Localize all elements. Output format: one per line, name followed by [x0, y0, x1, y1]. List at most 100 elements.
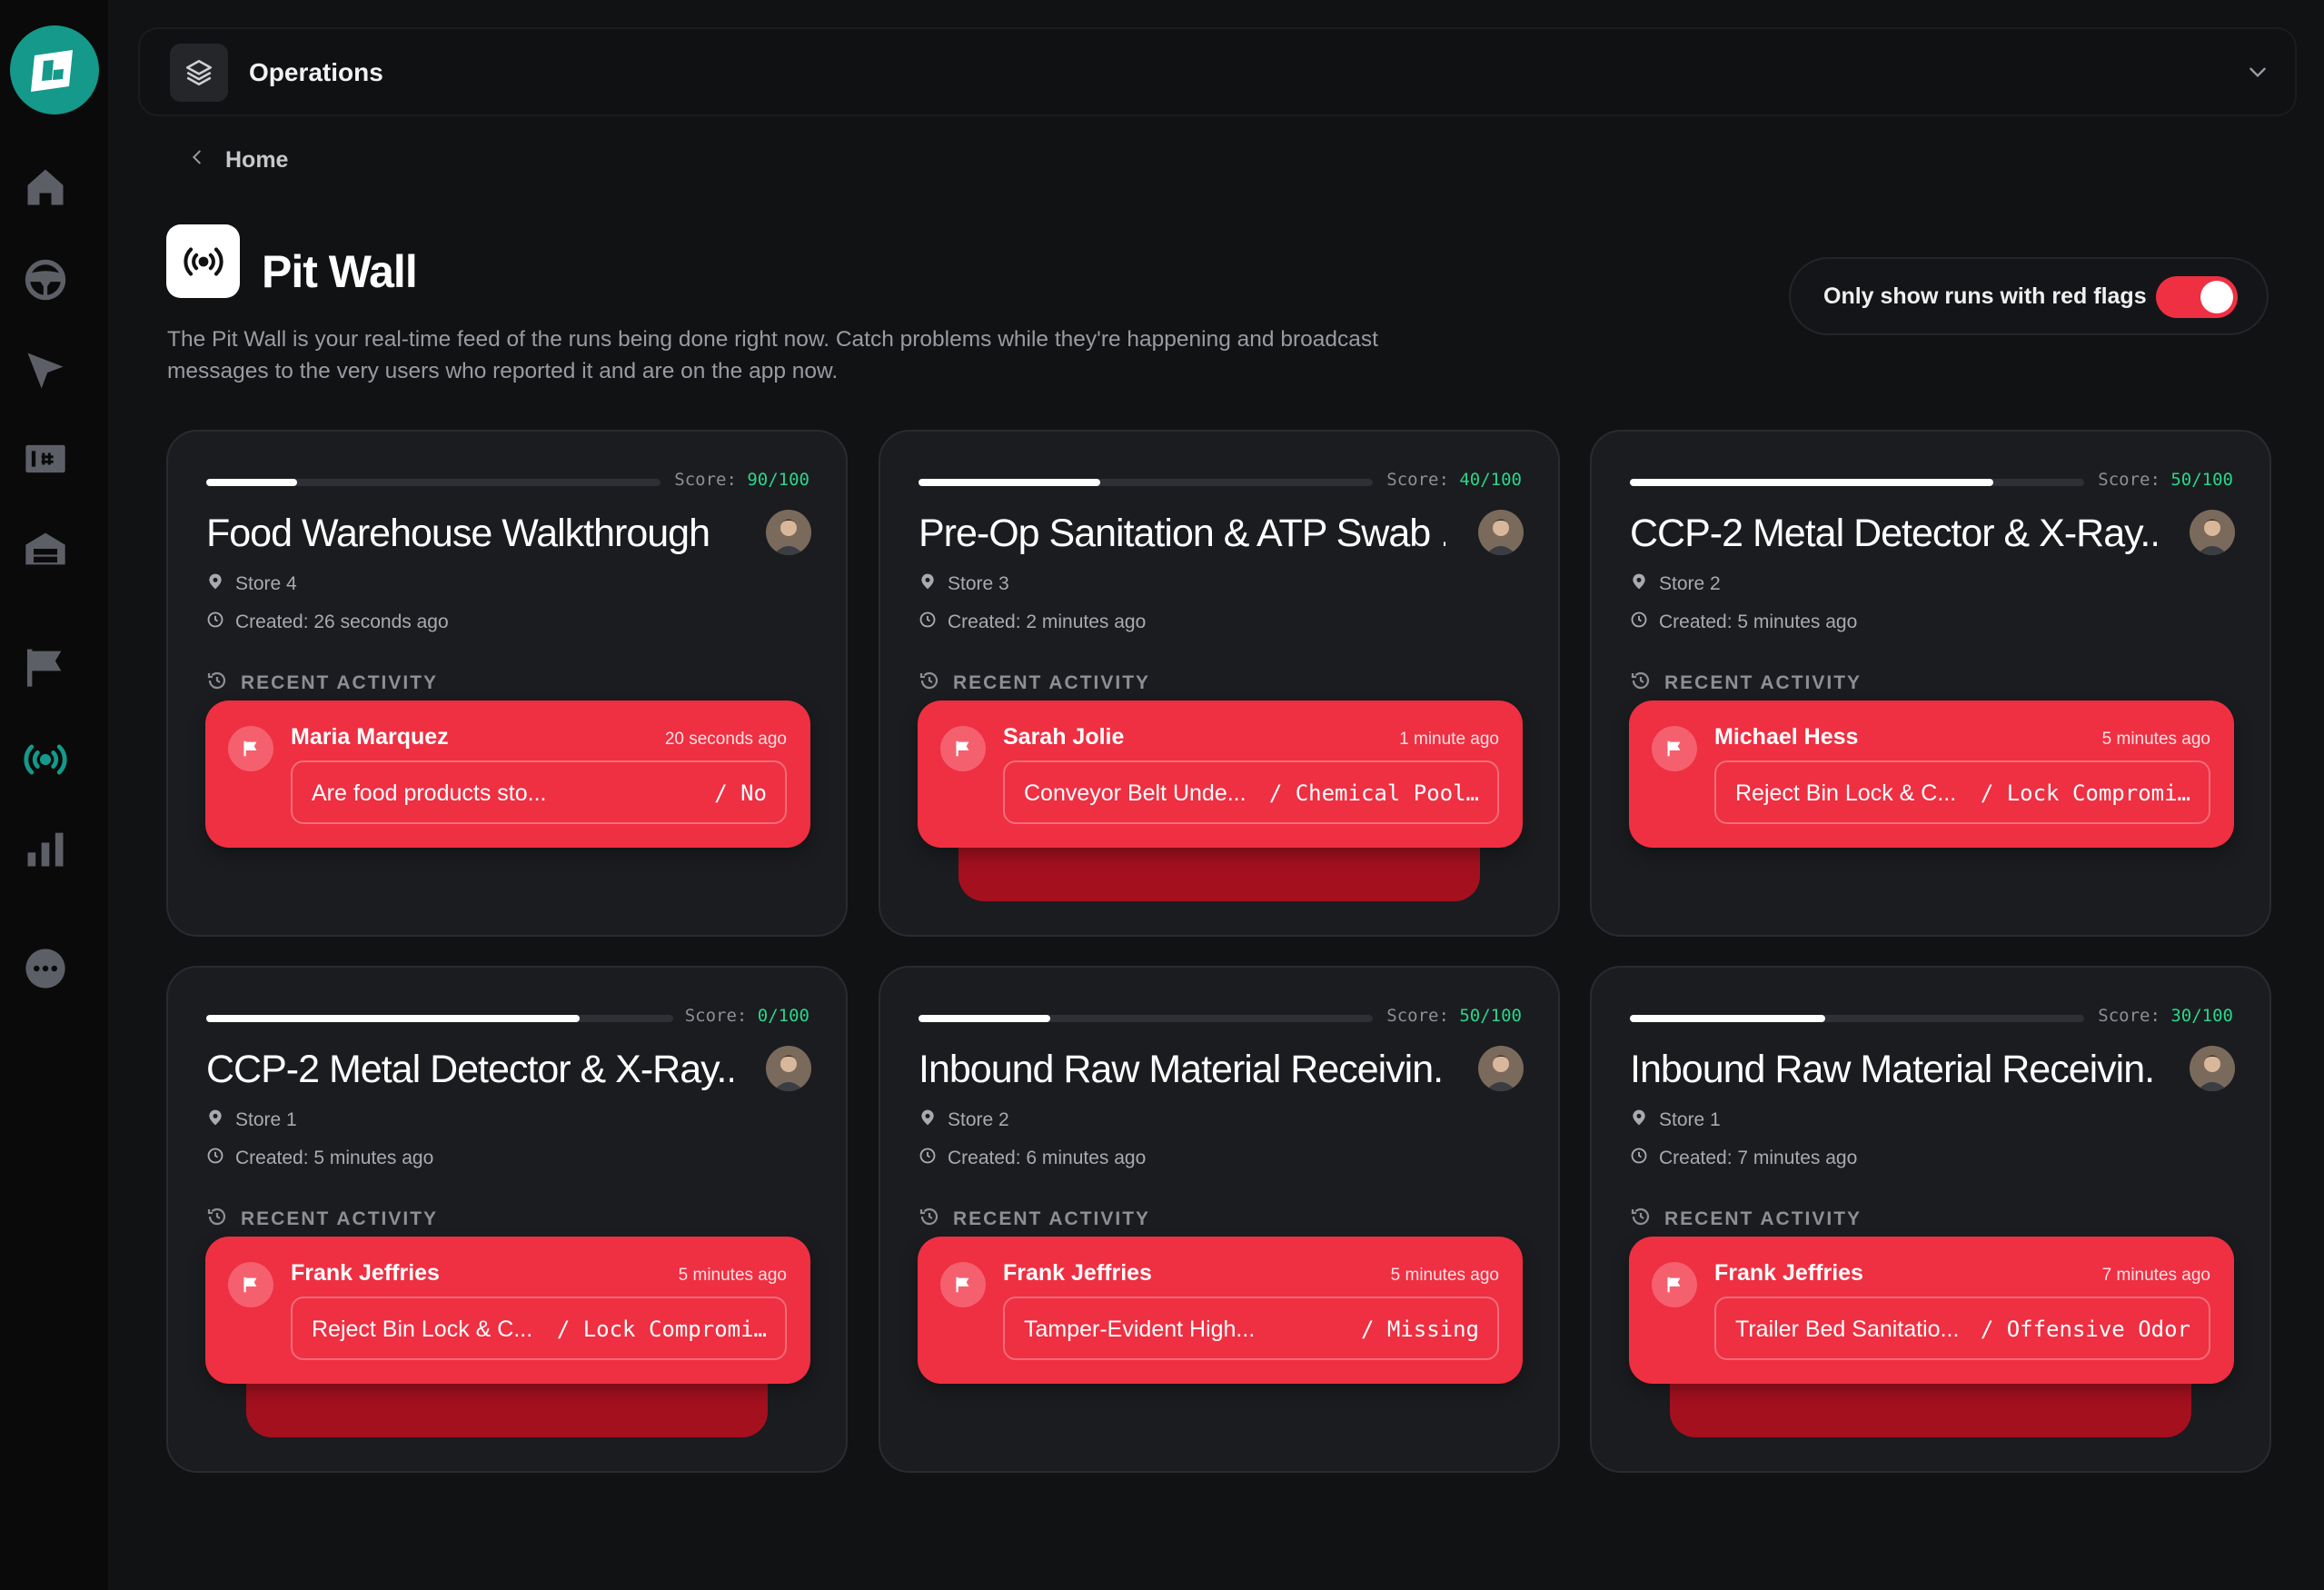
score-value: 0/100	[757, 1006, 809, 1026]
run-created: Created: 2 minutes ago	[919, 611, 1146, 634]
run-card[interactable]: Score: 50/100 Inbound Raw Material Recei…	[879, 966, 1560, 1473]
flag-icon	[1652, 726, 1697, 771]
score-value: 90/100	[747, 470, 809, 490]
recent-activity-label: RECENT ACTIVITY	[953, 1208, 1151, 1229]
warehouse-icon[interactable]	[20, 523, 71, 574]
flag-response[interactable]: Reject Bin Lock & C... / Lock Compromi…	[291, 1297, 787, 1360]
store-name: Store 3	[948, 573, 1009, 594]
red-flag-activity[interactable]: Michael Hess 5 minutes ago Reject Bin Lo…	[1629, 701, 2234, 848]
location-pin-icon	[1630, 572, 1648, 596]
created-time: Created: 7 minutes ago	[1659, 1148, 1858, 1168]
run-score: Score: 50/100	[2098, 470, 2233, 490]
send-icon[interactable]	[20, 345, 71, 396]
clock-icon	[1630, 611, 1648, 634]
run-score: Score: 30/100	[2098, 1006, 2233, 1026]
checkered-flag-icon	[31, 50, 73, 92]
report-time: 5 minutes ago	[2101, 730, 2210, 749]
progress-bar	[919, 1015, 1373, 1022]
sidebar	[0, 0, 108, 1590]
flag-response[interactable]: Tamper-Evident High... / Missing	[1003, 1297, 1499, 1360]
report-time: 7 minutes ago	[2101, 1266, 2210, 1285]
flag-response[interactable]: Trailer Bed Sanitatio... / Offensive Odo…	[1714, 1297, 2210, 1360]
progress-bar	[1630, 1015, 2084, 1022]
clock-icon	[919, 611, 937, 634]
store-name: Store 1	[1659, 1109, 1721, 1130]
run-card[interactable]: Score: 30/100 Inbound Raw Material Recei…	[1590, 966, 2271, 1473]
recent-activity-heading: RECENT ACTIVITY	[1630, 1206, 1862, 1233]
run-store: Store 3	[919, 572, 1009, 596]
location-pin-icon	[919, 1108, 937, 1132]
run-card[interactable]: Score: 0/100 CCP-2 Metal Detector & X-Ra…	[166, 966, 848, 1473]
flag-question: Reject Bin Lock & C...	[312, 1317, 533, 1342]
history-icon	[919, 670, 940, 697]
red-flag-activity[interactable]: Maria Marquez 20 seconds ago Are food pr…	[205, 701, 810, 848]
page-title: Pit Wall	[262, 246, 418, 297]
chevron-down-icon	[2246, 60, 2269, 88]
run-store: Store 1	[1630, 1108, 1721, 1132]
store-name: Store 2	[948, 1109, 1009, 1130]
reporter-name: Frank Jeffries	[1003, 1260, 1152, 1286]
flag-question: Reject Bin Lock & C...	[1735, 780, 1957, 806]
avatar	[766, 1046, 811, 1091]
run-store: Store 4	[206, 572, 297, 596]
avatar	[766, 510, 811, 555]
breadcrumb-home[interactable]: Home	[225, 147, 288, 174]
run-title: CCP-2 Metal Detector & X-Ray...	[206, 1048, 733, 1091]
run-card[interactable]: Score: 40/100 Pre-Op Sanitation & ATP Sw…	[879, 430, 1560, 937]
red-flag-activity[interactable]: Frank Jeffries 7 minutes ago Trailer Bed…	[1629, 1237, 2234, 1384]
red-flag-filter[interactable]: Only show runs with red flags	[1789, 257, 2269, 335]
run-store: Store 2	[1630, 572, 1721, 596]
workspace-name: Operations	[249, 58, 383, 86]
reporter-name: Sarah Jolie	[1003, 724, 1125, 750]
history-icon	[1630, 670, 1652, 697]
flag-question: Trailer Bed Sanitatio...	[1735, 1317, 1960, 1342]
reporter-name: Maria Marquez	[291, 724, 449, 750]
steering-wheel-icon[interactable]	[20, 254, 71, 305]
recent-activity-heading: RECENT ACTIVITY	[206, 670, 438, 697]
red-flag-activity[interactable]: Frank Jeffries 5 minutes ago Reject Bin …	[205, 1237, 810, 1384]
recent-activity-label: RECENT ACTIVITY	[1664, 1208, 1862, 1229]
workspace-selector[interactable]: Operations	[138, 27, 2297, 116]
red-flag-activity[interactable]: Frank Jeffries 5 minutes ago Tamper-Evid…	[918, 1237, 1523, 1384]
progress-fill	[919, 1015, 1050, 1022]
store-name: Store 2	[1659, 573, 1721, 594]
flag-question: Conveyor Belt Unde...	[1024, 780, 1246, 806]
run-card[interactable]: Score: 90/100 Food Warehouse Walkthrough…	[166, 430, 848, 937]
flag-icon	[940, 726, 986, 771]
flag-answer: / Missing	[1360, 1317, 1479, 1342]
progress-fill	[206, 1015, 581, 1022]
flag-response[interactable]: Conveyor Belt Unde... / Chemical Pool…	[1003, 760, 1499, 824]
run-created: Created: 5 minutes ago	[206, 1147, 433, 1170]
recent-activity-heading: RECENT ACTIVITY	[206, 1206, 438, 1233]
toggle-knob	[2200, 281, 2233, 313]
flag-answer: / Chemical Pool…	[1268, 780, 1479, 806]
flag-answer: / No	[714, 780, 767, 806]
bar-chart-icon[interactable]	[20, 823, 71, 874]
avatar	[2190, 510, 2235, 555]
chevron-left-icon	[187, 147, 207, 174]
red-flag-toggle[interactable]	[2156, 276, 2238, 318]
created-time: Created: 5 minutes ago	[235, 1148, 434, 1168]
score-prefix: Score:	[1386, 470, 1449, 490]
location-pin-icon	[206, 1108, 224, 1132]
ticket-icon[interactable]	[20, 433, 71, 484]
breadcrumb[interactable]: Home	[187, 147, 288, 174]
flag-icon	[1652, 1262, 1697, 1307]
run-created: Created: 26 seconds ago	[206, 611, 449, 634]
more-icon[interactable]	[20, 943, 71, 994]
app-logo[interactable]	[10, 25, 99, 114]
score-prefix: Score:	[674, 470, 737, 490]
avatar	[1478, 510, 1524, 555]
progress-bar	[1630, 479, 2084, 486]
flag-icon[interactable]	[20, 641, 71, 692]
flag-response[interactable]: Reject Bin Lock & C... / Lock Compromi…	[1714, 760, 2210, 824]
broadcast-icon[interactable]	[20, 734, 71, 785]
created-time: Created: 5 minutes ago	[1659, 611, 1858, 632]
score-prefix: Score:	[684, 1006, 748, 1026]
flag-response[interactable]: Are food products sto... / No	[291, 760, 787, 824]
progress-bar	[919, 479, 1373, 486]
home-icon[interactable]	[20, 162, 71, 213]
run-card[interactable]: Score: 50/100 CCP-2 Metal Detector & X-R…	[1590, 430, 2271, 937]
created-time: Created: 26 seconds ago	[235, 611, 449, 632]
red-flag-activity[interactable]: Sarah Jolie 1 minute ago Conveyor Belt U…	[918, 701, 1523, 848]
